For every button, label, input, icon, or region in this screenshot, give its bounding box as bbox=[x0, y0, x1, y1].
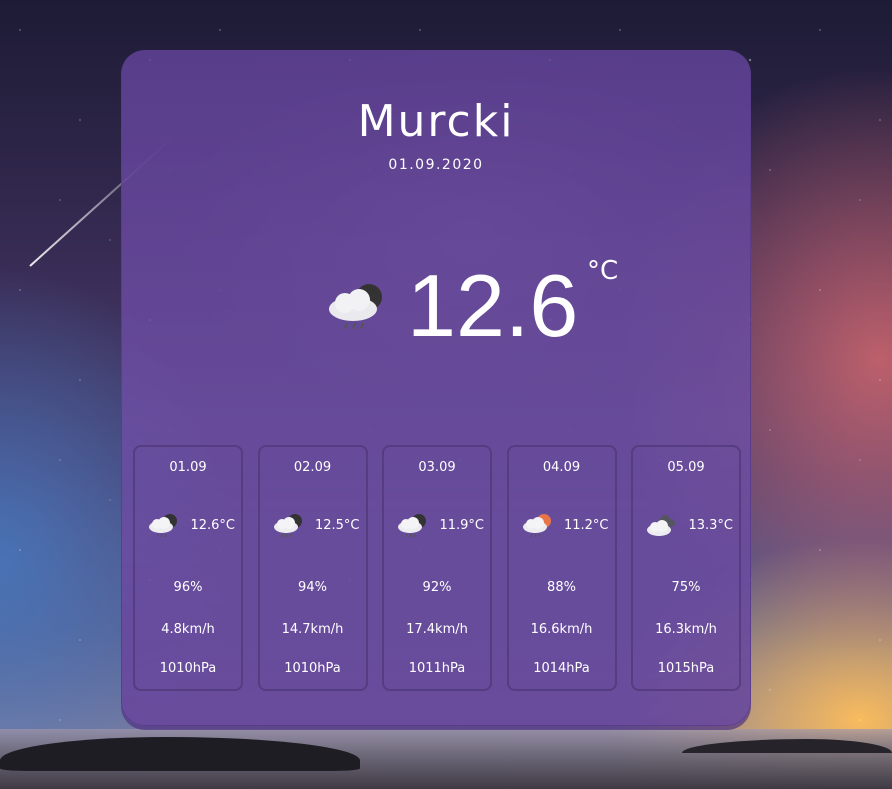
forecast-date: 03.09 bbox=[418, 460, 456, 475]
forecast-humidity: 96% bbox=[173, 580, 203, 595]
forecast-humidity: 75% bbox=[671, 580, 701, 595]
forecast-humidity: 88% bbox=[547, 580, 576, 595]
forecast-date: 04.09 bbox=[542, 460, 581, 475]
forecast-wind: 14.7km/h bbox=[281, 622, 344, 637]
forecast-wind: 4.8km/h bbox=[161, 622, 215, 637]
forecast-date: 01.09 bbox=[169, 460, 207, 475]
forecast-pressure: 1015hPa bbox=[657, 661, 715, 676]
background-scene: Murcki 01.09.2020 12.6 °C 01.09 12.6°C 9… bbox=[0, 0, 892, 789]
cloud-rain-night-icon bbox=[398, 514, 426, 538]
forecast-date: 02.09 bbox=[293, 460, 332, 475]
forecast-temperature: 12.6°C bbox=[190, 518, 235, 533]
cloud-rain-night-icon bbox=[273, 514, 302, 538]
forecast-day-4: 04.09 11.2°C 88% 16.6km/h 1014hPa bbox=[506, 445, 617, 691]
forecast-temperature: 11.9°C bbox=[439, 518, 484, 533]
cloud-rain-night-icon bbox=[149, 514, 177, 538]
forecast-wind: 16.6km/h bbox=[530, 622, 593, 637]
forecast-date: 05.09 bbox=[667, 460, 705, 475]
forecast-day-1: 01.09 12.6°C 96% 4.8km/h 1010hPa bbox=[133, 445, 243, 691]
forecast-day-2: 02.09 12.5°C 94% 14.7km/h 1010hPa bbox=[257, 445, 368, 691]
cloud-rain-night-icon bbox=[329, 284, 382, 330]
forecast-humidity: 92% bbox=[422, 580, 452, 595]
current-date: 01.09.2020 bbox=[388, 157, 484, 173]
forecast-pressure: 1010hPa bbox=[284, 661, 341, 676]
cloud-rain-sun-icon bbox=[522, 514, 551, 538]
forecast-list: 01.09 12.6°C 96% 4.8km/h 1010hPa 02.09 1… bbox=[133, 445, 741, 691]
forecast-pressure: 1011hPa bbox=[408, 661, 466, 676]
current-temperature: 12.6 bbox=[407, 256, 579, 355]
forecast-temperature: 11.2°C bbox=[563, 518, 609, 533]
weather-card: Murcki 01.09.2020 12.6 °C 01.09 12.6°C 9… bbox=[121, 50, 751, 726]
forecast-temperature: 12.5°C bbox=[314, 518, 360, 533]
forecast-day-3: 03.09 11.9°C 92% 17.4km/h 1011hPa bbox=[382, 445, 492, 691]
city-name: Murcki bbox=[357, 96, 515, 147]
forecast-pressure: 1014hPa bbox=[533, 661, 590, 676]
forecast-temperature: 13.3°C bbox=[688, 518, 733, 533]
temperature-unit: °C bbox=[587, 256, 619, 286]
clouds-icon bbox=[647, 515, 675, 536]
forecast-pressure: 1010hPa bbox=[159, 661, 217, 676]
forecast-humidity: 94% bbox=[298, 580, 327, 595]
forecast-wind: 16.3km/h bbox=[655, 622, 717, 637]
forecast-day-5: 05.09 13.3°C 75% 16.3km/h 1015hPa bbox=[631, 445, 741, 691]
forecast-wind: 17.4km/h bbox=[406, 622, 468, 637]
